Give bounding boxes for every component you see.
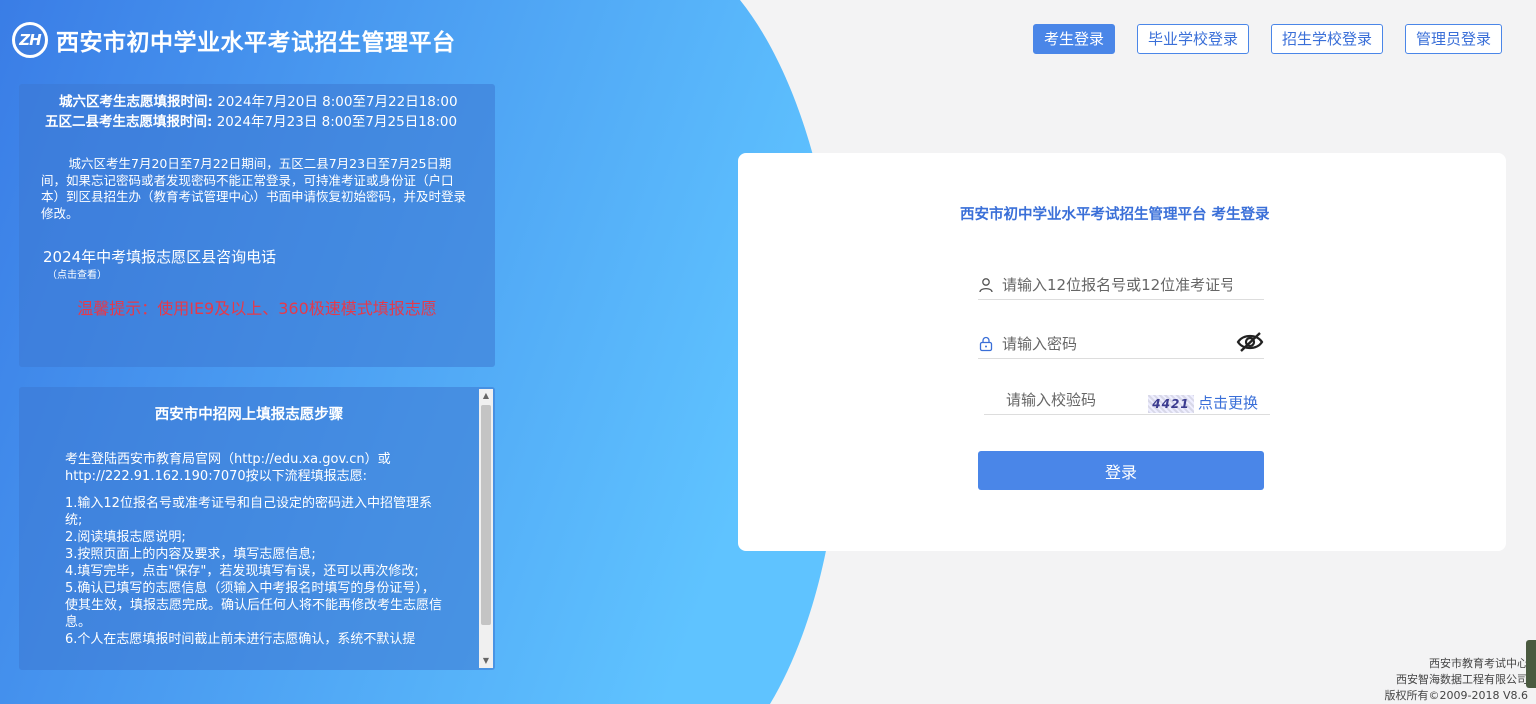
step-item: 2.阅读填报志愿说明; — [65, 530, 186, 545]
step-item: 6.个人在志愿填报时间截止前未进行志愿确认，系统不默认提 — [65, 632, 416, 647]
scroll-down-icon[interactable]: ▼ — [479, 654, 493, 668]
time1-label: 城六区考生志愿填报时间: — [59, 94, 213, 110]
login-button[interactable]: 登录 — [978, 451, 1264, 490]
footer-line: 版权所有©2009-2018 V8.6 — [1384, 689, 1528, 702]
header: ZH 西安市初中学业水平考试招生管理平台 — [12, 20, 456, 60]
page-title: 西安市初中学业水平考试招生管理平台 — [56, 30, 456, 56]
time1-value: 2024年7月20日 8:00至7月22日18:00 — [217, 94, 458, 110]
scroll-up-icon[interactable]: ▲ — [479, 389, 493, 403]
password-notice: 城六区考生7月20日至7月22日期间，五区二县7月23日至7月25日期间，如果忘… — [41, 156, 467, 221]
captcha-field: 4421 点击更换 — [984, 389, 1270, 415]
logo: ZH — [12, 22, 48, 58]
captcha-input[interactable] — [1006, 391, 1136, 409]
username-field — [978, 270, 1264, 300]
time-row-2: 五区二县考生志愿填报时间: 2024年7月23日 8:00至7月25日18:00 — [45, 110, 457, 130]
steps-scrollbar[interactable]: ▲ ▼ — [479, 389, 493, 668]
eye-off-icon[interactable] — [1236, 331, 1264, 357]
step-item: 5.确认已填写的志愿信息（须输入中考报名时填写的身份证号），使其生效，填报志愿完… — [65, 581, 443, 630]
notice-panel: 城六区考生志愿填报时间: 2024年7月20日 8:00至7月22日18:00 … — [19, 84, 495, 367]
login-card: 西安市初中学业水平考试招生管理平台 考生登录 4421 点击更换 登录 — [738, 153, 1506, 551]
captcha-image[interactable]: 4421 — [1148, 395, 1194, 413]
password-field — [978, 329, 1264, 359]
steps-title: 西安市中招网上填报志愿步骤 — [154, 407, 344, 423]
lock-icon — [978, 336, 998, 352]
side-widget[interactable] — [1526, 640, 1536, 688]
steps-panel[interactable]: 西安市中招网上填报志愿步骤 考生登陆西安市教育局官网（http://edu.xa… — [19, 387, 495, 670]
password-input[interactable] — [1002, 334, 1232, 353]
username-input[interactable] — [1002, 275, 1232, 294]
login-nav: 考生登录 毕业学校登录 招生学校登录 管理员登录 — [1032, 24, 1502, 54]
time2-value: 2024年7月23日 8:00至7月25日18:00 — [216, 114, 458, 130]
steps-body: 考生登陆西安市教育局官网（http://edu.xa.gov.cn）或http:… — [65, 451, 445, 648]
footer-line: 西安市教育考试中心 — [1429, 657, 1528, 670]
nav-graduate-school-login[interactable]: 毕业学校登录 — [1136, 24, 1249, 54]
phone-link[interactable]: 2024年中考填报志愿区县咨询电话 — [43, 246, 276, 267]
step-item: 3.按照页面上的内容及要求，填写志愿信息; — [65, 547, 316, 562]
step-item: 1.输入12位报名号或准考证号和自己设定的密码进入中招管理系统; — [65, 496, 432, 528]
phone-link-hint[interactable]: （点击查看） — [47, 266, 107, 281]
time-row-1: 城六区考生志愿填报时间: 2024年7月20日 8:00至7月22日18:00 — [59, 90, 458, 110]
captcha-refresh-link[interactable]: 点击更换 — [1198, 392, 1258, 413]
footer-line: 西安智海数据工程有限公司 — [1396, 673, 1528, 686]
time2-label: 五区二县考生志愿填报时间: — [45, 114, 213, 130]
login-title: 西安市初中学业水平考试招生管理平台 考生登录 — [960, 207, 1270, 223]
nav-admin-login[interactable]: 管理员登录 — [1404, 24, 1502, 54]
warm-tip: 温馨提示：使用IE9及以上、360极速模式填报志愿 — [77, 299, 437, 318]
steps-intro: 考生登陆西安市教育局官网（http://edu.xa.gov.cn）或http:… — [65, 452, 391, 484]
footer: 西安市教育考试中心 西安智海数据工程有限公司 版权所有©2009-2018 V8… — [1385, 656, 1528, 704]
nav-admission-school-login[interactable]: 招生学校登录 — [1270, 24, 1383, 54]
nav-student-login[interactable]: 考生登录 — [1032, 24, 1115, 54]
step-item: 4.填写完毕，点击"保存"，若发现填写有误，还可以再次修改; — [65, 564, 419, 579]
user-icon — [978, 277, 998, 293]
scroll-thumb[interactable] — [481, 405, 491, 625]
